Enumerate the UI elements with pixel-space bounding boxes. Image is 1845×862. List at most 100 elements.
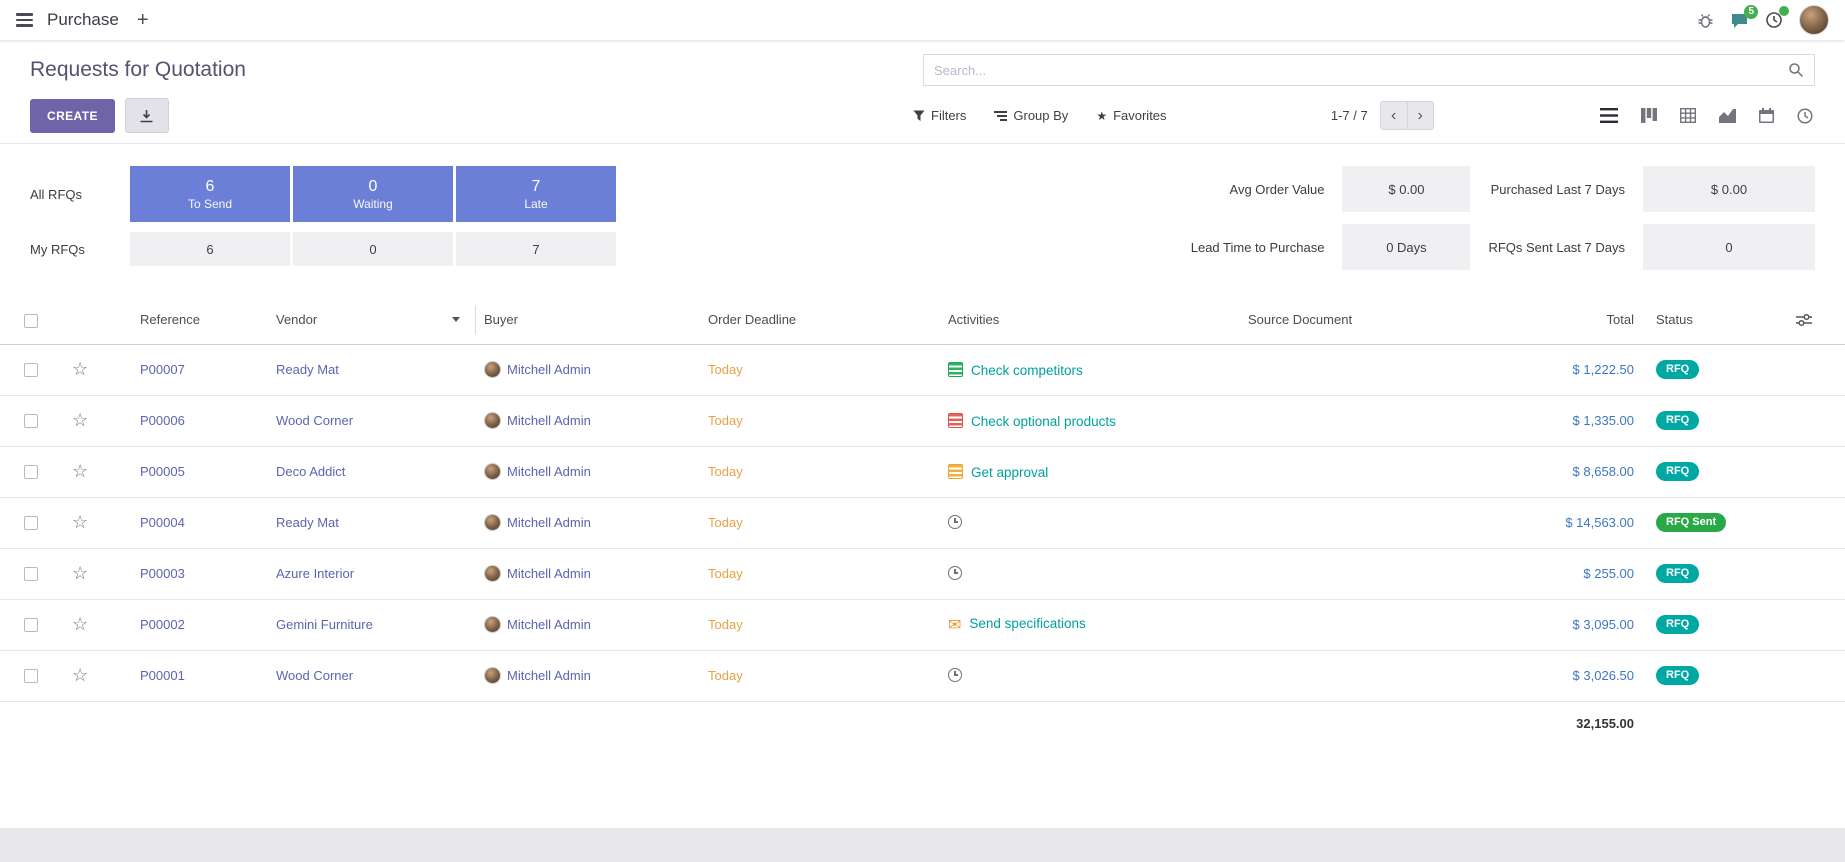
column-header-buyer[interactable]: Buyer	[476, 296, 700, 344]
activity-link[interactable]: Check competitors	[971, 363, 1083, 378]
pivot-view-icon[interactable]	[1678, 106, 1698, 125]
favorite-star-icon[interactable]: ☆	[72, 665, 88, 685]
rfq-status-card[interactable]: 7 Late	[456, 166, 616, 222]
stat-value[interactable]: 0 Days	[1342, 224, 1470, 270]
buyer-link[interactable]: Mitchell Admin	[507, 668, 591, 683]
row-checkbox[interactable]	[24, 465, 38, 479]
filters-button[interactable]: Filters	[913, 108, 966, 123]
table-row[interactable]: ☆ P00002 Gemini Furniture Mitchell Admin…	[0, 599, 1845, 650]
group-by-button[interactable]: Group By	[994, 108, 1068, 123]
column-header-vendor[interactable]: Vendor	[268, 296, 476, 344]
activity-type-icon[interactable]	[948, 413, 963, 428]
activity-type-icon[interactable]	[948, 362, 963, 377]
buyer-link[interactable]: Mitchell Admin	[507, 617, 591, 632]
activity-type-icon[interactable]	[948, 668, 962, 682]
kanban-view-icon[interactable]	[1639, 106, 1659, 125]
plus-icon[interactable]: +	[137, 10, 149, 30]
vendor-link[interactable]: Ready Mat	[276, 515, 339, 530]
favorite-star-icon[interactable]: ☆	[72, 614, 88, 634]
bug-icon[interactable]	[1697, 12, 1714, 29]
table-row[interactable]: ☆ P00007 Ready Mat Mitchell Admin Today …	[0, 344, 1845, 395]
pager-next-button[interactable]: ›	[1407, 101, 1434, 130]
row-checkbox[interactable]	[24, 516, 38, 530]
favorite-star-icon[interactable]: ☆	[72, 461, 88, 481]
row-checkbox[interactable]	[24, 567, 38, 581]
vendor-link[interactable]: Deco Addict	[276, 464, 345, 479]
favorite-star-icon[interactable]: ☆	[72, 359, 88, 379]
my-rfq-count[interactable]: 7	[456, 232, 616, 266]
reference-link[interactable]: P00003	[140, 566, 185, 581]
buyer-link[interactable]: Mitchell Admin	[507, 515, 591, 530]
activities-icon[interactable]	[1765, 11, 1783, 29]
pager-previous-button[interactable]: ‹	[1380, 101, 1407, 130]
table-row[interactable]: ☆ P00004 Ready Mat Mitchell Admin Today …	[0, 497, 1845, 548]
import-button[interactable]	[125, 98, 169, 133]
activity-type-icon[interactable]	[948, 566, 962, 580]
column-header-status[interactable]: Status	[1648, 296, 1788, 344]
search-input[interactable]	[934, 63, 1788, 78]
all-rfqs-label[interactable]: All RFQs	[30, 166, 130, 222]
reference-link[interactable]: P00006	[140, 413, 185, 428]
my-rfq-count[interactable]: 6	[130, 232, 290, 266]
row-checkbox[interactable]	[24, 363, 38, 377]
activity-type-icon[interactable]	[948, 515, 962, 529]
buyer-link[interactable]: Mitchell Admin	[507, 413, 591, 428]
table-row[interactable]: ☆ P00006 Wood Corner Mitchell Admin Toda…	[0, 395, 1845, 446]
stat-value[interactable]: $ 0.00	[1643, 166, 1815, 212]
apps-menu-icon[interactable]	[16, 13, 33, 27]
graph-view-icon[interactable]	[1717, 106, 1738, 125]
reference-link[interactable]: P00007	[140, 362, 185, 377]
list-view-icon[interactable]	[1598, 106, 1620, 125]
favorite-star-icon[interactable]: ☆	[72, 410, 88, 430]
activity-link[interactable]: Send specifications	[969, 616, 1085, 631]
column-header-source-document[interactable]: Source Document	[1240, 296, 1498, 344]
row-checkbox[interactable]	[24, 618, 38, 632]
column-header-order-deadline[interactable]: Order Deadline	[700, 296, 940, 344]
search-icon[interactable]	[1788, 62, 1804, 78]
row-checkbox[interactable]	[24, 669, 38, 683]
my-rfqs-label[interactable]: My RFQs	[30, 232, 130, 266]
favorite-star-icon[interactable]: ☆	[72, 563, 88, 583]
activity-type-icon[interactable]	[948, 615, 961, 635]
vendor-link[interactable]: Wood Corner	[276, 668, 353, 683]
select-all-checkbox[interactable]	[24, 314, 38, 328]
column-header-activities[interactable]: Activities	[940, 296, 1240, 344]
activity-view-icon[interactable]	[1795, 106, 1815, 126]
messages-icon[interactable]: 5	[1730, 12, 1749, 29]
activity-link[interactable]: Get approval	[971, 465, 1048, 480]
vendor-link[interactable]: Gemini Furniture	[276, 617, 373, 632]
table-row[interactable]: ☆ P00005 Deco Addict Mitchell Admin Toda…	[0, 446, 1845, 497]
rfq-status-card[interactable]: 0 Waiting	[293, 166, 453, 222]
vendor-link[interactable]: Azure Interior	[276, 566, 354, 581]
table-row[interactable]: ☆ P00003 Azure Interior Mitchell Admin T…	[0, 548, 1845, 599]
buyer-link[interactable]: Mitchell Admin	[507, 464, 591, 479]
stat-value[interactable]: $ 0.00	[1342, 166, 1470, 212]
favorites-button[interactable]: ★ Favorites	[1096, 108, 1166, 123]
activity-link[interactable]: Check optional products	[971, 414, 1116, 429]
user-avatar[interactable]	[1799, 5, 1829, 35]
reference-link[interactable]: P00005	[140, 464, 185, 479]
my-rfq-count[interactable]: 0	[293, 232, 453, 266]
table-row[interactable]: ☆ P00001 Wood Corner Mitchell Admin Toda…	[0, 650, 1845, 701]
vendor-link[interactable]: Wood Corner	[276, 413, 353, 428]
activity-type-icon[interactable]	[948, 464, 963, 479]
optional-columns-toggle[interactable]	[1788, 296, 1845, 344]
reference-link[interactable]: P00001	[140, 668, 185, 683]
reference-link[interactable]: P00002	[140, 617, 185, 632]
search-box[interactable]	[923, 54, 1815, 86]
stat-value[interactable]: 0	[1643, 224, 1815, 270]
app-name[interactable]: Purchase	[47, 10, 119, 30]
column-header-reference[interactable]: Reference	[132, 296, 268, 344]
status-badge: RFQ	[1656, 666, 1699, 685]
buyer-link[interactable]: Mitchell Admin	[507, 566, 591, 581]
create-button[interactable]: CREATE	[30, 99, 115, 133]
reference-link[interactable]: P00004	[140, 515, 185, 530]
calendar-view-icon[interactable]	[1757, 106, 1776, 125]
rfq-status-card[interactable]: 6 To Send	[130, 166, 290, 222]
vendor-link[interactable]: Ready Mat	[276, 362, 339, 377]
buyer-avatar	[484, 565, 501, 582]
buyer-link[interactable]: Mitchell Admin	[507, 362, 591, 377]
column-header-total[interactable]: Total	[1498, 296, 1648, 344]
row-checkbox[interactable]	[24, 414, 38, 428]
favorite-star-icon[interactable]: ☆	[72, 512, 88, 532]
